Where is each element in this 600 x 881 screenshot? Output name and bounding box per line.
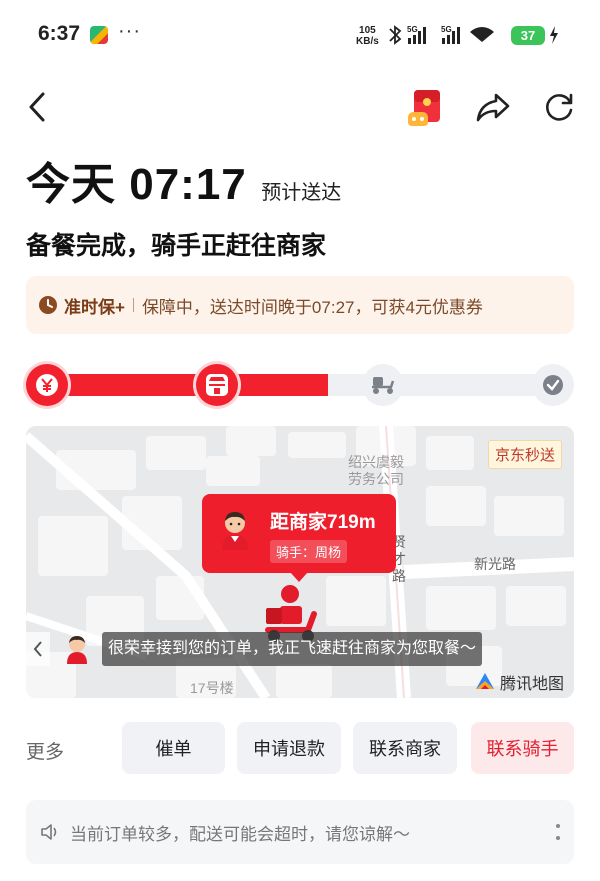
- charging-icon: [550, 26, 558, 44]
- store-icon: [206, 374, 228, 396]
- refresh-icon[interactable]: [542, 90, 576, 124]
- progress-fill: [36, 374, 328, 396]
- signal-icons: 5G 5G: [389, 25, 494, 45]
- rider-card[interactable]: 距商家719m 骑手：周杨: [202, 494, 396, 582]
- eta: 今天 07:17 预计送达: [26, 148, 341, 212]
- action-bar: 更多 催单 申请退款 联系商家 联系骑手: [26, 722, 574, 776]
- map-provider-logo: 腾讯地图: [474, 670, 564, 694]
- more-button[interactable]: 更多: [26, 737, 64, 764]
- network-label-2: 5G: [441, 25, 452, 34]
- app-notification-icon: [90, 26, 108, 44]
- back-icon[interactable]: [22, 90, 54, 124]
- share-icon[interactable]: [474, 90, 512, 124]
- network-speed: 105 KB/s: [356, 25, 379, 47]
- wifi-icon: [470, 27, 494, 42]
- notice-text: 当前订单较多，配送可能会超时，请您谅解～: [70, 824, 410, 844]
- message-avatar-icon: [67, 636, 87, 664]
- step-delivering: [362, 364, 404, 406]
- rider-message: 很荣幸接到您的订单，我正飞速赶往商家为您取餐～: [102, 632, 483, 666]
- ontime-label: 准时保+: [64, 297, 125, 317]
- clock-icon: [39, 296, 57, 314]
- step-delivered: [532, 364, 574, 406]
- order-status-title: 备餐完成，骑手正赶往商家: [26, 232, 327, 260]
- map-view[interactable]: 京东秒送 绍兴虞毅 劳务公司 贤 才 路 新光路 17号楼 距商家719m 骑手…: [26, 426, 574, 698]
- notice-bar[interactable]: 当前订单较多，配送可能会超时，请您谅解～: [26, 800, 574, 864]
- yen-icon: [36, 374, 58, 396]
- status-time: 6:37: [38, 22, 81, 45]
- map-provider-name: 腾讯地图: [499, 676, 564, 693]
- map-brand-badge: 京东秒送: [487, 440, 562, 469]
- contact-merchant-button[interactable]: 联系商家: [353, 722, 457, 774]
- map-label-building: 17号楼: [190, 680, 234, 696]
- step-paid: [26, 364, 68, 406]
- eta-time: 今天 07:17: [26, 160, 247, 209]
- chevron-left-icon[interactable]: [26, 632, 50, 666]
- map-label-company: 绍兴虞毅 劳务公司: [348, 454, 404, 487]
- urge-order-button[interactable]: 催单: [122, 722, 225, 774]
- map-label-road-xinguang: 新光路: [474, 556, 516, 572]
- bluetooth-icon: [389, 25, 402, 45]
- speaker-icon: [41, 824, 57, 840]
- refund-button[interactable]: 申请退款: [237, 722, 341, 774]
- ontime-text: 保障中，送达时间晚于07:27，可获4元优惠券: [141, 297, 483, 317]
- network-speed-unit: KB/s: [356, 36, 379, 47]
- status-bar: 6:37 ··· 105 KB/s 5G 5G 37: [0, 0, 600, 72]
- more-vertical-icon[interactable]: [554, 820, 562, 844]
- eta-label: 预计送达: [261, 182, 342, 204]
- battery-icon: 37: [511, 26, 545, 45]
- delivery-progress: [26, 364, 574, 406]
- scooter-icon: [372, 377, 395, 394]
- rider-name: 骑手：周杨: [270, 540, 348, 563]
- rider-distance: 距商家719m: [270, 512, 376, 533]
- ontime-guarantee[interactable]: 准时保+ 保障中，送达时间晚于07:27，可获4元优惠券: [26, 276, 574, 334]
- network-label-1: 5G: [407, 25, 418, 34]
- tencent-map-icon: [475, 673, 494, 689]
- contact-rider-button[interactable]: 联系骑手: [471, 722, 574, 774]
- rider-avatar-icon: [222, 512, 248, 550]
- check-icon: [543, 375, 563, 395]
- network-speed-value: 105: [359, 25, 376, 36]
- step-store: [196, 364, 238, 406]
- more-notifications-icon: ···: [118, 20, 141, 42]
- divider: [132, 298, 134, 312]
- red-packet-icon[interactable]: [406, 88, 444, 128]
